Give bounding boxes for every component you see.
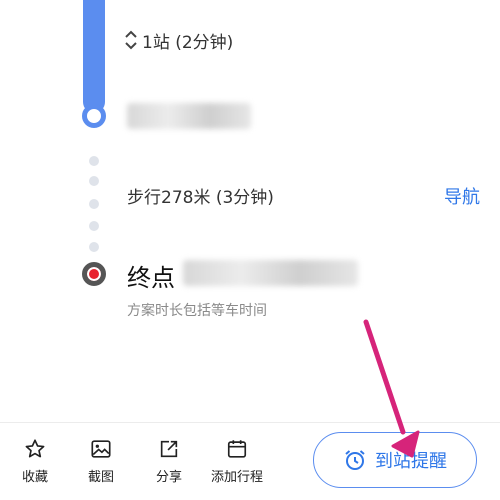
walk-dot	[89, 156, 99, 166]
screenshot-button[interactable]: 截图	[66, 438, 136, 485]
expand-collapse-icon	[125, 30, 137, 50]
add-trip-label: 添加行程	[210, 470, 263, 485]
arrival-reminder-label: 到站提醒	[375, 451, 447, 472]
walk-dot	[89, 199, 99, 209]
stops-summary-text: 1站 (2分钟)	[142, 32, 234, 53]
alarm-clock-icon	[345, 450, 365, 470]
favorite-label: 收藏	[21, 470, 48, 485]
stop-name-blurred	[127, 103, 251, 129]
share-icon	[160, 440, 178, 458]
arrival-reminder-button[interactable]: 到站提醒	[313, 432, 477, 488]
walk-dot	[89, 176, 99, 186]
calendar-icon	[227, 440, 247, 458]
duration-note: 方案时长包括等车时间	[127, 303, 267, 319]
screenshot-label: 截图	[87, 470, 114, 485]
share-label: 分享	[155, 470, 182, 485]
star-icon	[25, 439, 45, 458]
walk-dot	[89, 221, 99, 231]
share-button[interactable]: 分享	[134, 438, 204, 485]
stops-summary[interactable]: 1站 (2分钟)	[124, 26, 233, 54]
destination-name-blurred	[183, 260, 358, 286]
navigate-link[interactable]: 导航	[444, 183, 480, 209]
favorite-button[interactable]: 收藏	[0, 438, 70, 485]
toolbar-divider	[0, 422, 500, 423]
annotation-arrow	[363, 319, 420, 458]
destination-node	[82, 262, 106, 286]
walk-info: 步行278米 (3分钟)	[127, 188, 274, 208]
walk-dot	[89, 242, 99, 252]
add-trip-button[interactable]: 添加行程	[202, 438, 272, 485]
image-icon	[91, 440, 111, 458]
stop-node	[82, 104, 106, 128]
transit-route-line	[83, 0, 105, 113]
destination-label: 终点	[127, 264, 175, 292]
